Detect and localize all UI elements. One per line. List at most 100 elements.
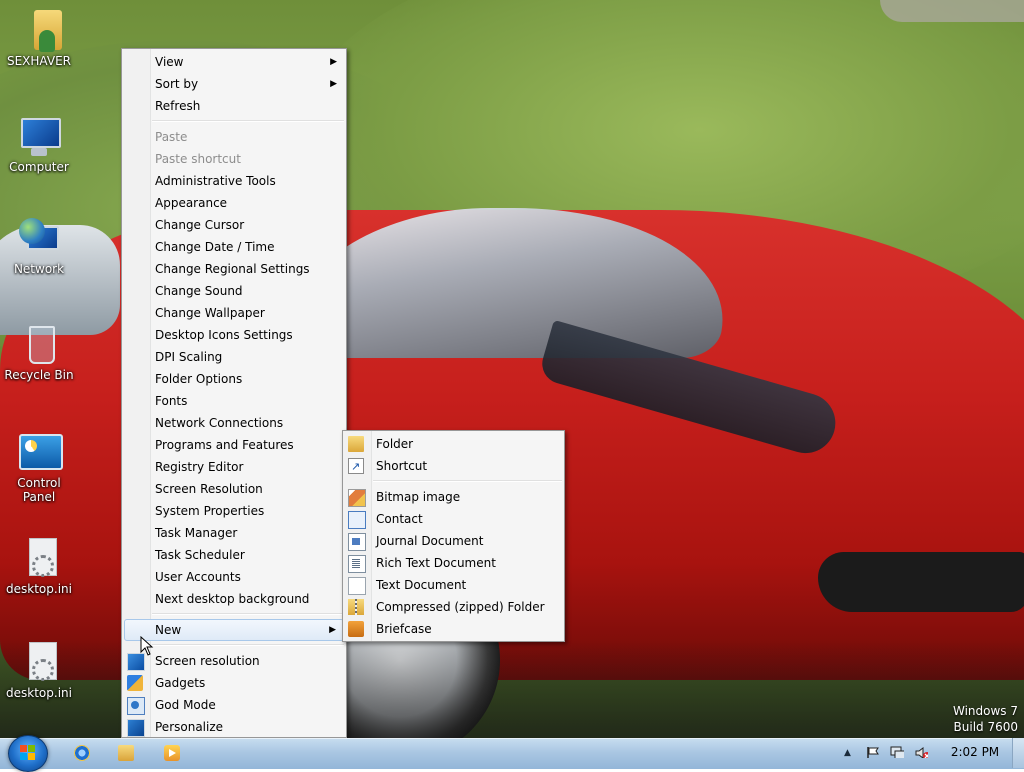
menu-item-label: Change Date / Time	[155, 240, 275, 254]
desktop-icon-label: Network	[13, 262, 65, 276]
menu-item-view[interactable]: View ▶	[122, 51, 346, 73]
menu-item-system-properties[interactable]: System Properties	[122, 500, 346, 522]
menu-item-refresh[interactable]: Refresh	[122, 95, 346, 117]
windows-explorer-icon	[118, 745, 134, 761]
menu-item-network-connections[interactable]: Network Connections	[122, 412, 346, 434]
menu-item-task-manager[interactable]: Task Manager	[122, 522, 346, 544]
settings-file-icon	[17, 640, 61, 684]
network-tray-icon[interactable]	[890, 746, 904, 758]
menu-item-label: Paste shortcut	[155, 152, 241, 166]
menu-item-dpi-scaling[interactable]: DPI Scaling	[122, 346, 346, 368]
menu-item-new[interactable]: New ▶	[124, 619, 344, 641]
control-panel-icon	[17, 430, 63, 474]
menu-item-folder-options[interactable]: Folder Options	[122, 368, 346, 390]
menu-item-gadgets[interactable]: Gadgets	[122, 672, 346, 694]
menu-item-label: Contact	[376, 512, 423, 526]
menu-item-god-mode[interactable]: God Mode	[122, 694, 346, 716]
menu-item-task-scheduler[interactable]: Task Scheduler	[122, 544, 346, 566]
desktop-icon-computer[interactable]: Computer	[0, 114, 78, 174]
submenu-arrow-icon: ▶	[329, 625, 336, 635]
menu-item-administrative-tools[interactable]: Administrative Tools	[122, 170, 346, 192]
menu-item-fonts[interactable]: Fonts	[122, 390, 346, 412]
menu-item-screen-resolution-tool[interactable]: Screen Resolution	[122, 478, 346, 500]
watermark-line: Windows 7	[952, 704, 1018, 718]
network-icon	[17, 216, 61, 260]
show-desktop-button[interactable]	[1012, 738, 1024, 768]
desktop-icon-label: desktop.ini	[6, 686, 72, 700]
menu-item-registry-editor[interactable]: Registry Editor	[122, 456, 346, 478]
taskbar-windows-explorer-button[interactable]	[108, 740, 144, 766]
folder-icon	[348, 436, 364, 452]
new-shortcut-item[interactable]: Shortcut	[343, 455, 564, 478]
menu-item-next-desktop-background[interactable]: Next desktop background	[122, 588, 346, 610]
menu-item-user-accounts[interactable]: User Accounts	[122, 566, 346, 588]
contact-icon	[348, 511, 366, 529]
desktop-icon-user-folder[interactable]: SEXHAVER	[0, 8, 78, 68]
menu-item-label: Desktop Icons Settings	[155, 328, 293, 342]
desktop-icon-desktop-ini[interactable]: desktop.ini	[0, 536, 78, 596]
menu-item-change-date-time[interactable]: Change Date / Time	[122, 236, 346, 258]
action-center-flag-icon[interactable]	[866, 746, 880, 758]
desktop-icon-network[interactable]: Network	[0, 216, 78, 276]
windows-logo-icon	[20, 745, 36, 761]
menu-item-appearance[interactable]: Appearance	[122, 192, 346, 214]
menu-item-label: Appearance	[155, 196, 228, 210]
journal-document-icon	[348, 533, 366, 551]
menu-item-label: Shortcut	[376, 459, 428, 473]
start-button[interactable]	[8, 735, 48, 772]
rich-text-document-icon	[348, 555, 366, 573]
menu-item-change-cursor[interactable]: Change Cursor	[122, 214, 346, 236]
menu-item-label: Personalize	[155, 720, 224, 734]
menu-separator	[373, 480, 562, 482]
menu-item-personalize[interactable]: Personalize	[122, 716, 346, 738]
menu-item-sort-by[interactable]: Sort by ▶	[122, 73, 346, 95]
menu-item-screen-resolution[interactable]: Screen resolution	[122, 650, 346, 672]
menu-item-label: Rich Text Document	[376, 556, 496, 570]
desktop-icon-label: Computer	[9, 160, 69, 174]
menu-item-label: Change Cursor	[155, 218, 245, 232]
new-briefcase-item[interactable]: Briefcase	[343, 618, 564, 640]
menu-item-change-sound[interactable]: Change Sound	[122, 280, 346, 302]
new-journal-item[interactable]: Journal Document	[343, 530, 564, 552]
menu-item-label: Change Wallpaper	[155, 306, 265, 320]
new-bitmap-item[interactable]: Bitmap image	[343, 486, 564, 508]
new-rich-text-item[interactable]: Rich Text Document	[343, 552, 564, 574]
new-contact-item[interactable]: Contact	[343, 508, 564, 530]
desktop-icon-control-panel[interactable]: Control Panel	[0, 430, 78, 504]
menu-item-label: DPI Scaling	[155, 350, 223, 364]
menu-item-label: User Accounts	[155, 570, 241, 584]
menu-item-programs-and-features[interactable]: Programs and Features	[122, 434, 346, 456]
text-document-icon	[348, 577, 366, 595]
desktop-icon-desktop-ini[interactable]: desktop.ini	[0, 640, 78, 700]
volume-muted-icon[interactable]	[914, 746, 928, 758]
new-folder-item[interactable]: Folder	[343, 433, 564, 455]
taskbar-media-player-button[interactable]	[154, 740, 190, 766]
menu-item-change-wallpaper[interactable]: Change Wallpaper	[122, 302, 346, 324]
menu-item-label: Task Scheduler	[155, 548, 245, 562]
menu-item-label: Folder	[376, 437, 414, 451]
menu-item-label: Gadgets	[155, 676, 206, 690]
menu-item-label: Programs and Features	[155, 438, 294, 452]
menu-item-change-regional-settings[interactable]: Change Regional Settings	[122, 258, 346, 280]
desktop-icon-recycle-bin[interactable]: Recycle Bin	[0, 322, 78, 382]
menu-item-label: View	[155, 55, 184, 69]
desktop-icon-label: desktop.ini	[6, 582, 72, 596]
new-text-document-item[interactable]: Text Document	[343, 574, 564, 596]
show-hidden-icons-arrow-icon[interactable]: ▲	[844, 748, 858, 760]
desktop-context-menu: View ▶ Sort by ▶ Refresh Paste Paste short…	[121, 48, 347, 738]
menu-item-desktop-icons-settings[interactable]: Desktop Icons Settings	[122, 324, 346, 346]
menu-item-label: Change Regional Settings	[155, 262, 310, 276]
watermark-line: Build 7600	[953, 720, 1018, 734]
taskbar-clock[interactable]: 2:02 PM	[946, 745, 1004, 759]
zipped-folder-icon	[348, 599, 364, 615]
desktop-icon-label: Recycle Bin	[4, 368, 74, 382]
god-mode-icon	[127, 697, 145, 715]
menu-separator	[152, 613, 344, 615]
shortcut-icon	[348, 456, 364, 478]
menu-item-label: Briefcase	[376, 622, 432, 636]
taskbar-internet-explorer-button[interactable]	[64, 740, 100, 766]
new-zip-folder-item[interactable]: Compressed (zipped) Folder	[343, 596, 564, 618]
desktop-icon-label: SEXHAVER	[6, 54, 71, 68]
menu-item-label: Sort by	[155, 77, 199, 91]
menu-item-label: Screen Resolution	[155, 482, 263, 496]
